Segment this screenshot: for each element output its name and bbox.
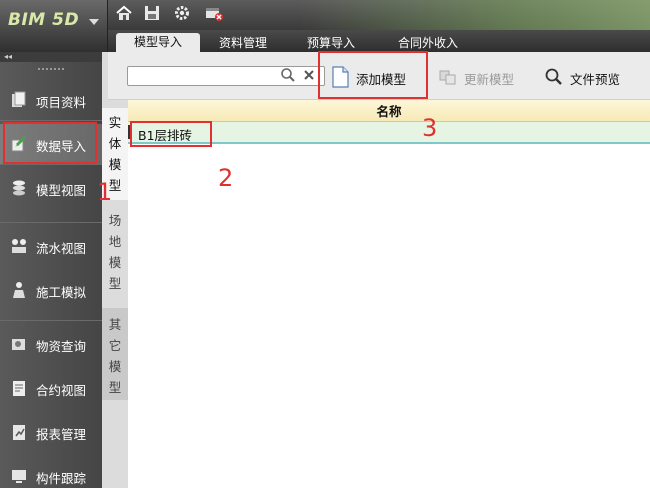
material-query-icon [12,339,25,350]
model-view-icon [13,180,25,196]
close-project-icon[interactable] [204,4,224,22]
nav-label: 物资查询 [36,339,87,354]
vtab-char: 场 [108,213,122,228]
grid-header: 名称 [128,100,650,122]
nav-divider [0,164,102,165]
save-icon[interactable] [142,4,162,22]
nav-item-construction-sim[interactable]: 施工模拟 [0,270,102,310]
nav-label: 合约视图 [36,383,87,398]
nav-label: 项目资料 [36,95,87,110]
vtab-char: 其 [108,317,122,332]
annotation-box-1 [3,122,97,164]
nav-label: 流水视图 [36,241,87,256]
gear-icon[interactable] [172,4,192,22]
update-model-button[interactable]: 更新模型 [438,64,522,90]
nav-item-flow-view[interactable]: 流水视图 [0,226,102,266]
contract-view-icon [13,381,25,396]
annotation-number-1: 1 [97,178,113,206]
vtab-char: 地 [108,234,122,249]
vtab-site-model[interactable]: 场 地 模 型 [102,210,128,300]
model-grid: 名称 B1层排砖 [128,100,650,488]
vtab-char: 实 [108,115,122,130]
nav-item-component-tracking[interactable]: 构件跟踪 [0,456,102,488]
annotation-number-2: 2 [218,164,234,192]
nav-divider [0,120,102,121]
clear-icon[interactable] [302,68,316,82]
vtab-char: 模 [108,157,122,172]
report-icon [13,425,25,440]
file-preview-label: 文件预览 [570,72,621,87]
nav-label: 施工模拟 [36,285,87,300]
nav-item-material-query[interactable]: 物资查询 [0,324,102,364]
app-logo: BIM 5D [8,10,80,30]
chevron-down-icon [89,19,99,25]
vtab-other-model[interactable]: 其 它 模 型 [102,308,128,400]
flow-view-icon [12,239,26,253]
update-model-label: 更新模型 [464,72,515,87]
vtab-char: 型 [108,276,122,291]
tab-extra-contract-income[interactable]: 合同外收入 [386,34,470,52]
project-docs-icon [12,91,26,107]
component-track-icon [12,470,26,483]
vtab-char: 模 [108,359,122,374]
file-preview-icon [545,68,562,85]
file-preview-button[interactable]: 文件预览 [544,64,636,90]
nav-item-model-view[interactable]: 模型视图 [0,168,102,208]
vtab-char: 体 [108,136,122,151]
nav-grip [38,68,64,71]
left-navigation: ◂◂ 项目资料 数据导入 模型视图 流水视图 施工模拟 物资查询 合约视图 报表… [0,52,102,488]
search-icon[interactable] [280,67,296,83]
vtab-char: 模 [108,255,122,270]
vtab-char: 它 [108,338,122,353]
nav-label: 构件跟踪 [36,471,87,486]
annotation-box-3 [318,51,428,99]
nav-label: 模型视图 [36,183,87,198]
nav-divider [0,222,102,223]
vtab-char: 型 [108,380,122,395]
model-type-tabs: 实 体 模 型 场 地 模 型 其 它 模 型 [102,52,128,488]
tab-document-management[interactable]: 资料管理 [208,34,278,52]
nav-item-project-docs[interactable]: 项目资料 [0,80,102,120]
title-bar-decoration [300,0,650,30]
annotation-box-2 [130,121,212,147]
tab-model-import[interactable]: 模型导入 [116,33,200,52]
nav-divider [0,320,102,321]
construction-sim-icon [13,282,25,298]
annotation-number-3: 3 [422,114,438,142]
update-model-icon [439,70,456,85]
nav-item-report-management[interactable]: 报表管理 [0,412,102,452]
tab-budget-import[interactable]: 预算导入 [296,34,366,52]
home-icon[interactable] [114,4,134,22]
nav-collapse-button[interactable]: ◂◂ [0,52,102,62]
app-menu-button[interactable]: BIM 5D [0,0,108,52]
nav-label: 报表管理 [36,427,87,442]
nav-item-contract-view[interactable]: 合约视图 [0,368,102,408]
ribbon-tabs: 模型导入 资料管理 预算导入 合同外收入 [108,30,650,52]
